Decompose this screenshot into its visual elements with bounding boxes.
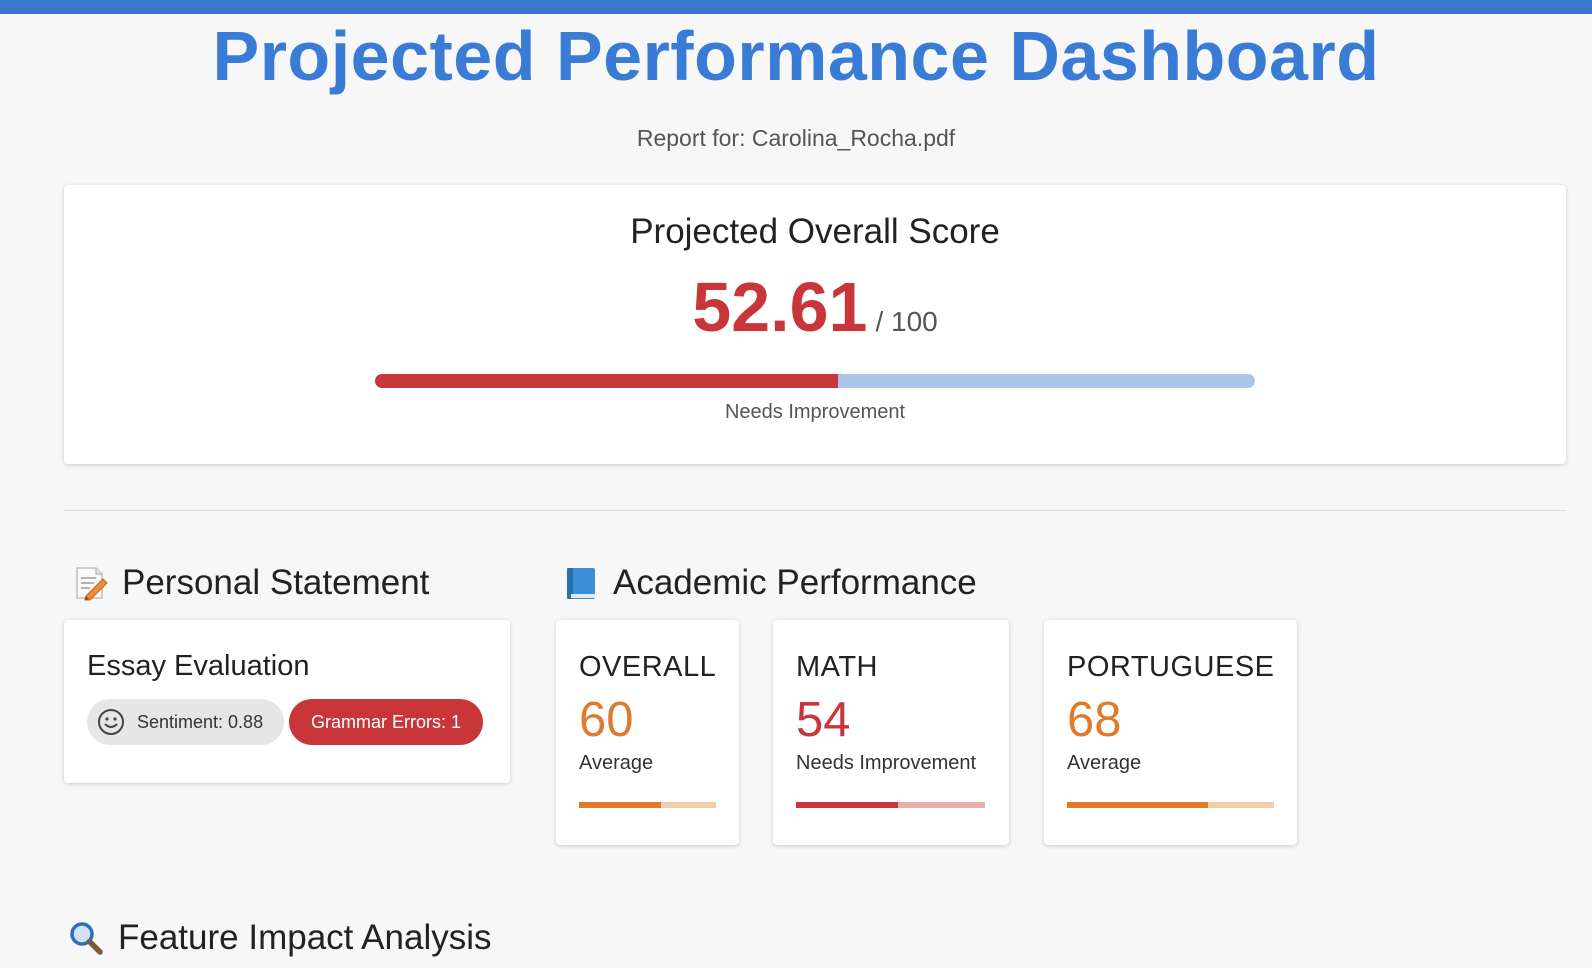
- report-subtitle: Report for: Carolina_Rocha.pdf: [636, 125, 956, 151]
- section-divider: [64, 510, 1566, 511]
- overall-score-value: 52.61: [692, 268, 868, 346]
- essay-evaluation-card: Essay Evaluation Sentiment: 0.88 Grammar…: [64, 620, 510, 783]
- sentiment-chip: Sentiment: 0.88: [87, 699, 284, 745]
- metric-card-portuguese: PORTUGUESE 68 Average: [1044, 620, 1297, 845]
- overall-score-line: 52.61/ 100: [64, 267, 1566, 347]
- feature-impact-title: Feature Impact Analysis: [118, 918, 492, 957]
- magnifier-icon: [68, 920, 104, 956]
- grammar-errors-label: Grammar Errors: 1: [310, 711, 461, 732]
- metric-progress-bar: [579, 802, 716, 808]
- personal-statement-title: Personal Statement: [122, 563, 430, 602]
- sentiment-label: Sentiment: 0.88: [137, 711, 264, 732]
- metric-progress-bar: [1067, 802, 1274, 808]
- metric-card-overall: OVERALL 60 Average: [556, 620, 739, 845]
- metric-card-math: MATH 54 Needs Improvement: [773, 620, 1009, 845]
- metric-progress-track: [898, 802, 985, 808]
- overall-score-heading: Projected Overall Score: [630, 212, 1000, 251]
- metric-progress-bar: [796, 802, 985, 808]
- overall-score-max: / 100: [875, 306, 938, 337]
- academic-performance-heading: Academic Performance: [563, 563, 977, 603]
- metric-value: 54: [796, 693, 851, 747]
- page-title: Projected Performance Dashboard: [212, 17, 1380, 95]
- metric-status: Needs Improvement: [796, 752, 977, 774]
- metric-progress-track: [661, 802, 716, 808]
- metric-progress-fill: [796, 802, 899, 808]
- memo-icon: [72, 565, 108, 601]
- essay-evaluation-title: Essay Evaluation: [87, 650, 310, 682]
- personal-statement-heading: Personal Statement: [72, 563, 429, 603]
- feature-impact-heading: Feature Impact Analysis: [68, 918, 492, 958]
- metric-status: Average: [579, 752, 654, 774]
- metric-label: MATH: [796, 651, 879, 683]
- metric-progress-fill: [1067, 802, 1208, 808]
- metric-status: Average: [1067, 752, 1142, 774]
- metric-progress-track: [1207, 802, 1274, 808]
- overall-score-progress-fill: [375, 374, 838, 388]
- metric-label: OVERALL: [579, 651, 717, 683]
- metric-label: PORTUGUESE: [1067, 651, 1275, 683]
- overall-score-progress-bar: [375, 374, 1255, 388]
- metric-value: 60: [579, 693, 634, 747]
- overall-score-card: Projected Overall Score 52.61/ 100 Needs…: [64, 185, 1566, 464]
- metric-value: 68: [1067, 693, 1122, 747]
- metric-progress-fill: [579, 802, 662, 808]
- book-icon: [563, 565, 599, 601]
- top-accent-bar: [0, 0, 1592, 14]
- grammar-errors-chip: Grammar Errors: 1: [289, 699, 483, 745]
- overall-score-status: Needs Improvement: [724, 401, 906, 423]
- academic-performance-title: Academic Performance: [613, 563, 977, 602]
- smiley-icon: [98, 709, 124, 735]
